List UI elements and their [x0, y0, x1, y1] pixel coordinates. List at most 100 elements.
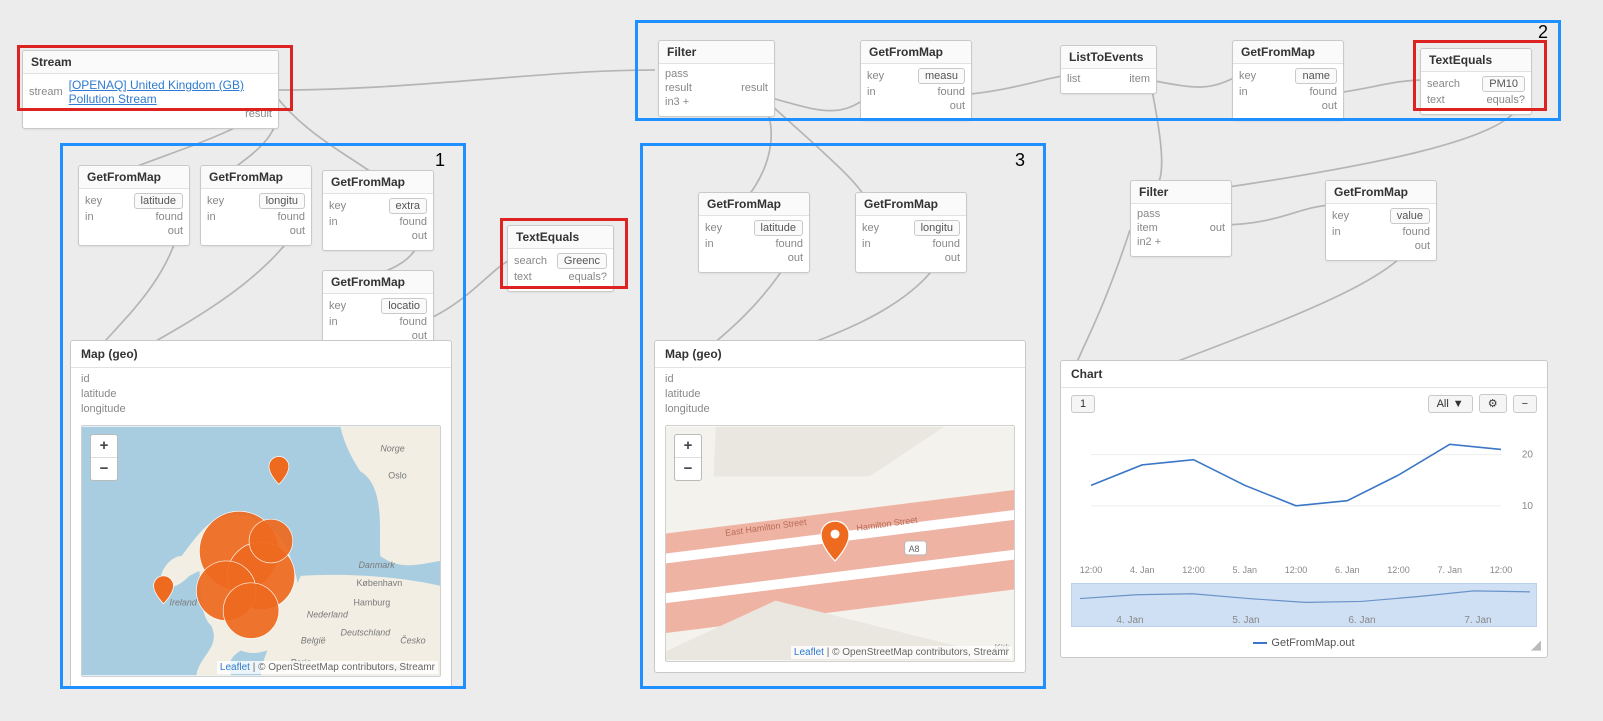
key-value[interactable]: longitu	[914, 220, 960, 236]
getfrommap-node[interactable]: GetFromMap keymeasu infound out	[860, 40, 972, 121]
port-text: text	[1427, 94, 1445, 106]
zoom-out-button[interactable]: −	[675, 458, 701, 480]
chart-navigator[interactable]: 4. Jan 5. Jan 6. Jan 7. Jan	[1071, 583, 1537, 627]
port-key: key	[207, 195, 224, 207]
svg-text:7. Jan: 7. Jan	[1437, 565, 1462, 575]
key-value[interactable]: latitude	[134, 193, 183, 209]
node-title: GetFromMap	[861, 41, 971, 64]
filter-node[interactable]: Filter pass resultresult in3 +	[658, 40, 775, 117]
port-text: text	[514, 271, 532, 283]
getfrommap-node[interactable]: GetFromMap keyname infound out	[1232, 40, 1344, 121]
chart-legend: GetFromMap.out	[1061, 633, 1547, 657]
svg-text:10: 10	[1522, 501, 1534, 512]
resize-handle[interactable]: ◢	[1531, 637, 1541, 653]
search-value[interactable]: PM10	[1482, 76, 1525, 92]
port-found: found	[1402, 226, 1430, 238]
key-value[interactable]: measu	[918, 68, 965, 84]
key-value[interactable]: value	[1390, 208, 1430, 224]
map-input: latitude	[81, 387, 441, 402]
getfrommap-node[interactable]: GetFromMap keylongitu infound out	[855, 192, 967, 273]
chart-widget[interactable]: Chart 1 All ▼ ⚙ − 201012:004. Jan12:005.…	[1060, 360, 1548, 658]
zoom-in-button[interactable]: +	[91, 435, 117, 458]
map-geo-widget[interactable]: Map (geo) id latitude longitude + −	[70, 340, 452, 688]
zoom-in-button[interactable]: +	[675, 435, 701, 458]
port-equals: equals?	[1486, 94, 1525, 106]
remove-button[interactable]: −	[1513, 395, 1537, 413]
map-input: longitude	[665, 402, 1015, 417]
getfrommap-node[interactable]: GetFromMap keyvalue infound out	[1325, 180, 1437, 261]
port-found: found	[775, 238, 803, 250]
range-label: All	[1437, 398, 1449, 410]
port-in: in	[1332, 226, 1341, 238]
svg-text:12:00: 12:00	[1080, 565, 1103, 575]
port-key: key	[1332, 210, 1349, 222]
map-geo-widget[interactable]: Map (geo) id latitude longitude + − East…	[654, 340, 1026, 673]
svg-text:Oslo: Oslo	[388, 470, 406, 480]
node-title: TextEquals	[1421, 49, 1531, 72]
port-list: list	[1067, 73, 1080, 85]
zoom-control: + −	[90, 434, 118, 481]
stream-title: Stream	[23, 51, 278, 74]
svg-text:Česko: Česko	[400, 635, 425, 645]
port-result-in: result	[665, 82, 692, 94]
port-in: in	[862, 238, 871, 250]
map-area[interactable]: + − East Hamilton Street Hamilton Street…	[665, 425, 1015, 662]
svg-text:12:00: 12:00	[1285, 565, 1308, 575]
nav-tick: 7. Jan	[1464, 615, 1491, 626]
group-number: 2	[1538, 22, 1548, 43]
getfrommap-node[interactable]: GetFromMap keylatitude infound out	[78, 165, 190, 246]
canvas[interactable]: { "stream": { "title": "Stream", "port_l…	[0, 0, 1603, 721]
settings-button[interactable]: ⚙	[1479, 394, 1507, 413]
key-value[interactable]: extra	[389, 198, 427, 214]
port-key: key	[862, 222, 879, 234]
map-title: Map (geo)	[71, 341, 451, 368]
map-area[interactable]: + − Norge Oslo Ireland	[81, 425, 441, 677]
port-out: out	[1210, 222, 1225, 234]
node-title: GetFromMap	[323, 271, 433, 294]
chevron-down-icon: ▼	[1453, 398, 1464, 410]
stream-result-label: result	[245, 108, 272, 120]
port-out: out	[168, 225, 183, 237]
nav-tick: 6. Jan	[1348, 615, 1375, 626]
textequals-node[interactable]: TextEquals searchGreenc textequals?	[507, 225, 614, 292]
getfrommap-node[interactable]: GetFromMap keyextra infound out	[322, 170, 434, 251]
key-value[interactable]: longitu	[259, 193, 305, 209]
svg-text:Nederland: Nederland	[307, 610, 349, 620]
port-pass: pass	[665, 68, 688, 80]
port-key: key	[867, 70, 884, 82]
leaflet-link[interactable]: Leaflet	[220, 662, 250, 673]
port-key: key	[85, 195, 102, 207]
getfrommap-node[interactable]: GetFromMap keylongitu infound out	[200, 165, 312, 246]
key-value[interactable]: latitude	[754, 220, 803, 236]
range-select[interactable]: All ▼	[1428, 395, 1473, 413]
legend-swatch	[1253, 642, 1267, 644]
search-value[interactable]: Greenc	[557, 253, 607, 269]
node-title: Filter	[659, 41, 774, 64]
port-found: found	[399, 216, 427, 228]
port-in: in	[867, 86, 876, 98]
nav-tick: 4. Jan	[1116, 615, 1143, 626]
svg-text:6. Jan: 6. Jan	[1335, 565, 1360, 575]
stream-link[interactable]: [OPENAQ] United Kingdom (GB) Pollution S…	[69, 78, 272, 106]
zoom-out-button[interactable]: −	[91, 458, 117, 480]
map-attribution: Leaflet | © OpenStreetMap contributors, …	[217, 661, 438, 674]
svg-text:12:00: 12:00	[1490, 565, 1513, 575]
node-title: GetFromMap	[79, 166, 189, 189]
leaflet-link[interactable]: Leaflet	[794, 647, 824, 658]
port-out: out	[1415, 240, 1430, 252]
series-badge[interactable]: 1	[1071, 395, 1095, 413]
listtoevents-node[interactable]: ListToEvents listitem	[1060, 45, 1157, 94]
stream-node[interactable]: Stream stream [OPENAQ] United Kingdom (G…	[22, 50, 279, 129]
svg-text:Deutschland: Deutschland	[341, 628, 392, 638]
svg-text:Norge: Norge	[380, 444, 404, 454]
chart-plot[interactable]: 201012:004. Jan12:005. Jan12:006. Jan12:…	[1071, 419, 1537, 579]
getfrommap-node[interactable]: GetFromMap keylatitude infound out	[698, 192, 810, 273]
filter-node[interactable]: Filter pass itemout in2 +	[1130, 180, 1232, 257]
getfrommap-node[interactable]: GetFromMap keylocatio infound out	[322, 270, 434, 351]
key-value[interactable]: locatio	[381, 298, 427, 314]
textequals-node[interactable]: TextEquals searchPM10 textequals?	[1420, 48, 1532, 115]
legend-label: GetFromMap.out	[1271, 637, 1354, 649]
group-number: 1	[435, 150, 445, 171]
key-value[interactable]: name	[1295, 68, 1337, 84]
port-in: in	[705, 238, 714, 250]
